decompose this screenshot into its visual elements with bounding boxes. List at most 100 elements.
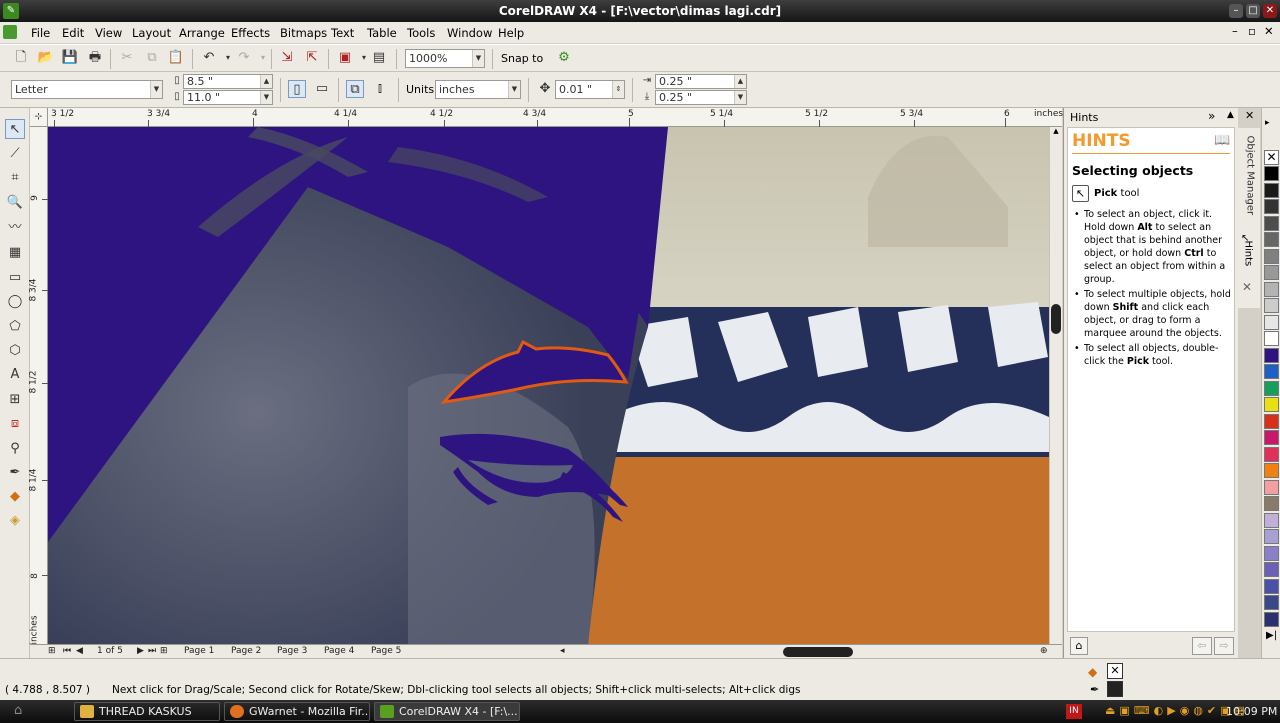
vertical-ruler[interactable]: 9 8 3/4 8 1/2 8 1/4 8 inches — [29, 127, 48, 645]
palette-flyout-icon[interactable]: ▶| — [1266, 630, 1277, 641]
color-swatch[interactable] — [1264, 479, 1279, 495]
prev-page-icon[interactable]: ◀ — [76, 646, 83, 656]
outline-tool-icon[interactable]: ✒ — [5, 463, 25, 483]
last-page-icon[interactable]: ⏭ — [148, 646, 156, 656]
text-tool-icon[interactable]: A — [5, 365, 25, 385]
horizontal-ruler[interactable]: 3 1/2 3 3/4 4 4 1/4 4 1/2 4 3/4 5 5 1/4 … — [48, 108, 1063, 127]
ellipse-tool-icon[interactable]: ◯ — [5, 292, 25, 312]
new-icon[interactable]: 🗋 — [12, 49, 30, 67]
color-swatch[interactable] — [1264, 578, 1279, 594]
landscape-icon[interactable]: ▭ — [313, 80, 331, 98]
tab-page-5[interactable]: Page 5 — [371, 646, 401, 656]
all-pages-icon[interactable]: ⧉ — [346, 80, 364, 98]
start-button[interactable]: ⌂ — [14, 703, 34, 720]
doc-close-button[interactable]: ✕ — [1264, 24, 1274, 38]
zoom-navigator-icon[interactable]: ⊕ — [1040, 646, 1048, 656]
ruler-origin[interactable]: ⊹ — [30, 108, 48, 127]
color-swatch[interactable] — [1264, 331, 1279, 346]
menu-view[interactable]: View — [95, 26, 122, 40]
scroll-left-icon[interactable]: ◂ — [560, 646, 565, 656]
color-swatch[interactable] — [1264, 446, 1279, 462]
color-swatch[interactable] — [1264, 265, 1279, 280]
color-swatch[interactable] — [1264, 545, 1279, 561]
tab-page-1[interactable]: Page 1 — [184, 646, 214, 656]
eyedropper-tool-icon[interactable]: ⚲ — [5, 439, 25, 459]
menu-table[interactable]: Table — [367, 26, 397, 40]
menu-layout[interactable]: Layout — [132, 26, 171, 40]
duplicate-distance-x-field[interactable]: 0.25 " ▲ — [655, 74, 747, 89]
close-icon[interactable]: ✕ — [1245, 109, 1254, 122]
document-icon[interactable] — [3, 25, 17, 39]
color-swatch[interactable] — [1264, 166, 1279, 181]
color-swatch[interactable] — [1264, 232, 1279, 247]
options-icon[interactable]: ⚙ — [555, 49, 573, 67]
fill-indicator-icon[interactable]: ◆ — [1088, 665, 1097, 679]
color-swatch[interactable] — [1264, 562, 1279, 577]
redo-icon[interactable]: ↷ — [235, 49, 253, 67]
application-launcher-icon[interactable]: ▣ — [336, 49, 354, 67]
home-icon[interactable]: ⌂ — [1070, 637, 1088, 655]
fill-tool-icon[interactable]: ◆ — [5, 487, 25, 507]
color-swatch[interactable] — [1264, 347, 1279, 363]
duplicate-distance-y-field[interactable]: 0.25 " ▼ — [655, 90, 747, 105]
next-page-icon[interactable]: ▶ — [137, 646, 144, 656]
color-swatch[interactable] — [1264, 430, 1279, 445]
color-swatch[interactable] — [1264, 463, 1279, 478]
color-swatch[interactable] — [1264, 496, 1279, 511]
welcome-screen-icon[interactable]: ▤ — [370, 49, 388, 67]
color-swatch[interactable] — [1264, 314, 1279, 330]
crop-tool-icon[interactable]: ⌗ — [5, 168, 25, 188]
book-icon[interactable]: 📖 — [1214, 133, 1230, 148]
color-swatch[interactable] — [1264, 298, 1279, 313]
pick-tool-icon[interactable]: ↖ — [5, 119, 25, 139]
paper-width-field[interactable]: 8.5 " ▲ — [183, 74, 273, 89]
zoom-tool-icon[interactable]: 🔍 — [5, 193, 25, 213]
table-tool-icon[interactable]: ⊞ — [5, 390, 25, 410]
drawing-canvas[interactable] — [48, 127, 1049, 645]
menu-text[interactable]: Text — [331, 26, 354, 40]
expand-icon[interactable]: » — [1208, 109, 1215, 123]
color-swatch[interactable] — [1264, 595, 1279, 610]
color-swatch[interactable] — [1264, 182, 1279, 198]
freehand-tool-icon[interactable]: 〰 — [5, 218, 25, 238]
snap-to-button[interactable]: Snap to — [501, 52, 543, 65]
tab-page-3[interactable]: Page 3 — [277, 646, 307, 656]
horizontal-scroll-thumb[interactable] — [783, 647, 853, 657]
forward-icon[interactable]: ⇨ — [1214, 637, 1234, 655]
color-swatch[interactable] — [1264, 380, 1279, 396]
outline-indicator-icon[interactable]: ✒ — [1090, 683, 1099, 696]
tab-hints[interactable]: Hints — [1243, 241, 1254, 271]
paste-icon[interactable]: 📋 — [167, 49, 185, 67]
language-indicator[interactable]: IN — [1066, 704, 1082, 719]
collapse-icon[interactable]: ▲ — [1227, 110, 1234, 120]
current-page-icon[interactable]: ⫾ — [371, 80, 389, 98]
color-swatch[interactable] — [1264, 413, 1279, 429]
print-icon[interactable]: 🖶 — [86, 49, 104, 67]
color-swatch[interactable] — [1264, 248, 1279, 264]
polygon-tool-icon[interactable]: ⬠ — [5, 317, 25, 337]
close-docker-icon[interactable]: ✕ — [1242, 280, 1252, 294]
zoom-levels-dropdown[interactable]: 1000% ▼ — [405, 49, 485, 68]
color-swatch[interactable] — [1264, 512, 1279, 528]
scroll-up-icon[interactable]: ▲ — [1051, 127, 1061, 137]
cut-icon[interactable]: ✂ — [118, 49, 136, 67]
nudge-distance-field[interactable]: 0.01 " ⇕ — [555, 80, 625, 99]
minimize-button[interactable]: – — [1229, 4, 1243, 18]
menu-window[interactable]: Window — [447, 26, 492, 40]
menu-arrange[interactable]: Arrange — [179, 26, 225, 40]
color-swatch[interactable] — [1264, 611, 1279, 627]
horizontal-scrollbar[interactable]: ◂ ⊕ — [558, 646, 1050, 657]
doc-restore-button[interactable]: ▫ — [1248, 24, 1256, 38]
color-swatch[interactable] — [1264, 397, 1279, 412]
outline-color-swatch[interactable] — [1107, 681, 1123, 697]
vertical-scrollbar[interactable]: ▲ — [1049, 127, 1062, 645]
first-page-icon[interactable]: ⏮ — [63, 646, 71, 656]
color-swatch[interactable] — [1264, 215, 1279, 231]
import-icon[interactable]: ⇲ — [278, 49, 296, 67]
menu-help[interactable]: Help — [498, 26, 524, 40]
save-icon[interactable]: 💾 — [61, 49, 79, 67]
tab-object-manager[interactable]: Object Manager — [1245, 136, 1256, 236]
maximize-button[interactable]: □ — [1246, 4, 1260, 18]
close-button[interactable]: ✕ — [1263, 4, 1277, 18]
tab-page-2[interactable]: Page 2 — [231, 646, 261, 656]
